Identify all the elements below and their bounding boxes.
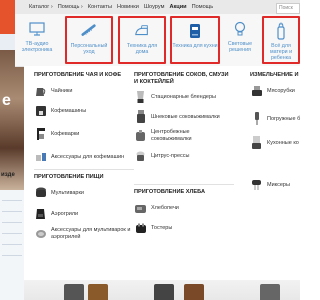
section-title-cooking: ПРИГОТОВЛЕНИЕ ПИЩИ xyxy=(34,174,104,180)
nav-help-2[interactable]: Помощь xyxy=(192,4,214,10)
nav-help[interactable]: Помощь › xyxy=(58,4,83,10)
menu-item-label: Аэрогрили xyxy=(51,210,79,217)
menu-item-citrus-press[interactable]: Цитрус-прессы xyxy=(134,149,189,162)
background-sidebar xyxy=(0,190,24,300)
menu-item-coffee-makers[interactable]: Кофеварки xyxy=(34,127,79,140)
background-banner: е xyxy=(0,50,24,190)
menu-item-bread-makers[interactable]: Хлебопечи xyxy=(134,201,179,214)
nav-contacts[interactable]: Контакты xyxy=(88,4,112,10)
section-divider xyxy=(134,184,234,185)
category-kitchen-appliances[interactable]: Техника для кухни xyxy=(170,16,220,64)
category-label: Техника для дома xyxy=(126,43,158,55)
menu-item-label: Шнековые соковыжималки xyxy=(151,113,220,120)
menu-item-multicooker-accessories[interactable]: Аксессуары для мультиварок и аэрогрилей xyxy=(34,227,131,240)
search-input[interactable]: Поиск xyxy=(276,3,300,14)
tv-icon xyxy=(29,20,45,38)
product-thumbnail[interactable] xyxy=(88,284,108,300)
juicer-icon xyxy=(134,129,147,142)
toaster-icon xyxy=(134,221,147,234)
menu-item-label: Аксессуары для мультиварок и аэрогрилей xyxy=(51,227,131,240)
meat-grinder-icon xyxy=(250,84,263,97)
menu-item-label: Цитрус-прессы xyxy=(151,152,190,159)
category-mother-baby[interactable]: Всё для матери и ребенка xyxy=(262,16,300,64)
menu-item-airfryers[interactable]: Аэрогрили xyxy=(34,207,78,220)
menu-item-slow-juicers[interactable]: Шнековые соковыжималки xyxy=(134,110,220,123)
lightbulb-icon xyxy=(232,20,248,38)
mega-menu-panel: ПРИГОТОВЛЕНИЕ ЧАЯ И КОФЕ Чайники Кофемаш… xyxy=(24,66,300,300)
category-lighting[interactable]: Световые решения xyxy=(220,16,260,64)
menu-item-label: Чайники xyxy=(51,87,73,94)
baby-bottle-icon xyxy=(273,22,289,40)
menu-item-food-processors[interactable]: Кухонные ко xyxy=(250,136,299,149)
menu-item-label: Мультиварки xyxy=(51,189,84,196)
blender-icon xyxy=(134,90,147,103)
menu-item-immersion-blenders[interactable]: Погружные б xyxy=(250,112,300,125)
section-title-grinding: ИЗМЕЛЬЧЕНИЕ И СМ xyxy=(250,72,300,78)
coffee-maker-icon xyxy=(34,127,47,140)
menu-item-label: Хлебопечи xyxy=(151,204,179,211)
menu-item-label: Аксессуары для кофемашин xyxy=(51,153,125,160)
bread-maker-icon xyxy=(134,201,147,214)
menu-item-label: Кофеварки xyxy=(51,130,80,137)
section-title-juice: ПРИГОТОВЛЕНИЕ СОКОВ, СМУЗИ И КОКТЕЙЛЕЙ xyxy=(134,72,229,85)
menu-item-multicookers[interactable]: Мультиварки xyxy=(34,186,84,199)
menu-item-coffee-accessories[interactable]: Аксессуары для кофемашин xyxy=(34,150,124,163)
menu-item-kettles[interactable]: Чайники xyxy=(34,84,72,97)
menu-item-label: Кухонные ко xyxy=(267,139,299,146)
menu-item-label: Кофемашины xyxy=(51,107,87,114)
citrus-press-icon xyxy=(134,149,147,162)
juicer-icon xyxy=(134,110,147,123)
category-bar: ТВ-аудио электроника Персональный уход Т… xyxy=(15,14,300,67)
accessory-icon xyxy=(34,227,47,240)
comb-icon xyxy=(81,22,97,40)
category-personal-care[interactable]: Персональный уход xyxy=(65,16,113,64)
nav-showroom[interactable]: Шоурум xyxy=(144,4,165,10)
iron-icon xyxy=(134,22,150,40)
category-home-appliances[interactable]: Техника для дома xyxy=(118,16,166,64)
category-label: Световые решения xyxy=(227,41,253,53)
menu-item-label: Мясорубки xyxy=(267,87,295,94)
immersion-blender-icon xyxy=(250,112,263,125)
multicooker-icon xyxy=(34,186,47,199)
section-title-bread: ПРИГОТОВЛЕНИЕ ХЛЕБА xyxy=(134,189,205,195)
section-divider xyxy=(34,169,134,170)
accessory-icon xyxy=(34,150,47,163)
menu-item-label: Погружные б xyxy=(267,115,301,122)
menu-item-label: Центробежные соковыжималки xyxy=(151,129,192,142)
brand-logo[interactable] xyxy=(0,0,15,34)
banner-letter: е xyxy=(2,92,11,109)
menu-item-label: Стационарные блендеры xyxy=(151,93,216,100)
sidebar-title: изде xyxy=(1,172,15,178)
mixer-icon xyxy=(250,178,263,191)
coffee-machine-icon xyxy=(34,104,47,117)
menu-item-label: Тостеры xyxy=(151,224,173,231)
kettle-icon xyxy=(34,84,47,97)
category-tv-audio[interactable]: ТВ-аудио электроника xyxy=(15,16,59,64)
menu-item-meat-grinders[interactable]: Мясорубки xyxy=(250,84,295,97)
menu-item-coffee-machines[interactable]: Кофемашины xyxy=(34,104,86,117)
product-thumbnail[interactable] xyxy=(154,284,174,300)
airfryer-icon xyxy=(34,207,47,220)
kettle-icon xyxy=(187,22,203,40)
section-title-tea-coffee: ПРИГОТОВЛЕНИЕ ЧАЯ И КОФЕ xyxy=(34,72,122,78)
nav-catalog[interactable]: Каталог › xyxy=(29,4,53,10)
nav-sales[interactable]: Акции xyxy=(169,4,186,10)
food-processor-icon xyxy=(250,136,263,149)
category-label: Техника для кухни xyxy=(172,43,218,49)
menu-item-label: Миксеры xyxy=(267,181,290,188)
nav-new[interactable]: Новинки xyxy=(117,4,139,10)
product-preview-strip xyxy=(24,280,300,300)
category-label: Персональный уход xyxy=(70,43,108,55)
product-thumbnail[interactable] xyxy=(64,284,84,300)
menu-item-toasters[interactable]: Тостеры xyxy=(134,221,172,234)
product-thumbnail[interactable] xyxy=(260,284,280,300)
product-thumbnail[interactable] xyxy=(184,284,204,300)
menu-item-centrifugal-juicers[interactable]: Центробежные соковыжималки xyxy=(134,129,221,142)
top-navigation: Каталог › Помощь › Контакты Новинки Шоур… xyxy=(15,0,300,14)
category-label: ТВ-аудио электроника xyxy=(21,41,53,53)
category-label: Всё для матери и ребенка xyxy=(269,43,293,61)
menu-item-blenders[interactable]: Стационарные блендеры xyxy=(134,90,216,103)
menu-item-mixers[interactable]: Миксеры xyxy=(250,178,290,191)
